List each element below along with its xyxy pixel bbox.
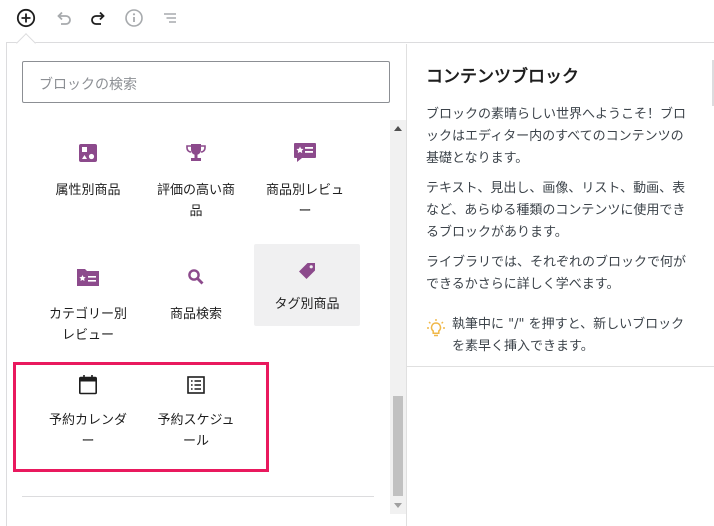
schedule-list-icon xyxy=(186,374,206,396)
block-label: 商品検索 xyxy=(169,307,222,322)
block-item-products-by-tag[interactable]: タグ別商品 xyxy=(254,244,360,326)
block-list: 属性別商品 評価の高い商 品 商品別レビュ ー カテゴリー別 レビュー 商品検索 xyxy=(6,120,391,520)
search-placeholder: ブロックの検索 xyxy=(39,77,137,93)
block-item-booking-calendar[interactable]: 予約カレンダ ー xyxy=(36,364,140,474)
tag-icon xyxy=(297,260,317,282)
preview-paragraph: ブロックの素晴らしい世界へようこそ！ブロックはエディター内のすべてのコンテンツの… xyxy=(426,107,687,166)
list-separator xyxy=(22,496,374,497)
block-item-attribute-products[interactable]: 属性別商品 xyxy=(36,120,140,230)
preview-paragraph: テキスト、見出し、画像、リスト、動画、表など、あらゆる種類のコンテンツに使用でき… xyxy=(426,181,686,240)
scroll-down-arrow-icon[interactable] xyxy=(390,498,406,514)
block-preview-panel: コンテンツブロック ブロックの素晴らしい世界へようこそ！ブロックはエディター内の… xyxy=(407,44,714,526)
block-label: カテゴリー別 レビュー xyxy=(48,307,127,343)
list-outline-icon[interactable] xyxy=(157,5,183,31)
block-item-product-search[interactable]: 商品検索 xyxy=(144,244,248,354)
trophy-icon xyxy=(185,142,207,164)
block-label: 属性別商品 xyxy=(55,183,121,198)
preview-tip: 執筆中に "/" を押すと、新しいブロックを素早く挿入できます。 xyxy=(426,314,696,358)
preview-paragraph: ライブラリでは、それぞれのブロックで何ができるかさらに詳しく学べます。 xyxy=(426,255,687,292)
attribute-products-icon xyxy=(78,142,98,164)
info-icon[interactable] xyxy=(121,5,147,31)
scroll-up-arrow-icon[interactable] xyxy=(390,120,406,136)
block-inserter-screen: p ブロックの検索 属性別商品 評価の高い商 品 商品別レビュ ー xyxy=(0,0,714,526)
block-item-booking-schedule[interactable]: 予約スケジュ ール xyxy=(144,364,248,474)
redo-icon[interactable] xyxy=(86,5,112,31)
block-label: タグ別商品 xyxy=(274,297,340,312)
undo-icon[interactable] xyxy=(50,5,76,31)
lightbulb-icon xyxy=(426,314,452,358)
block-item-top-rated-products[interactable]: 評価の高い商 品 xyxy=(144,120,248,230)
calendar-icon xyxy=(78,374,98,396)
block-label: 予約スケジュ ール xyxy=(157,413,235,449)
block-label: 予約カレンダ ー xyxy=(48,413,127,449)
preview-separator xyxy=(407,366,714,367)
block-item-reviews-by-category[interactable]: カテゴリー別 レビュー xyxy=(36,244,140,354)
block-search-input[interactable]: ブロックの検索 xyxy=(22,61,390,103)
block-label: 商品別レビュ ー xyxy=(265,183,344,219)
scrollbar-thumb[interactable] xyxy=(393,396,403,496)
review-by-category-icon xyxy=(76,266,100,288)
review-by-product-icon xyxy=(293,142,317,164)
product-search-icon xyxy=(187,266,205,288)
block-item-reviews-by-product[interactable]: 商品別レビュ ー xyxy=(252,120,358,230)
preview-title: コンテンツブロック xyxy=(426,67,579,87)
tip-text: 執筆中に "/" を押すと、新しいブロックを素早く挿入できます。 xyxy=(452,317,685,354)
block-label: 評価の高い商 品 xyxy=(156,183,235,219)
block-list-scrollbar[interactable] xyxy=(390,120,406,514)
plus-circle-icon[interactable] xyxy=(13,5,39,31)
editor-toolbar xyxy=(0,0,714,34)
